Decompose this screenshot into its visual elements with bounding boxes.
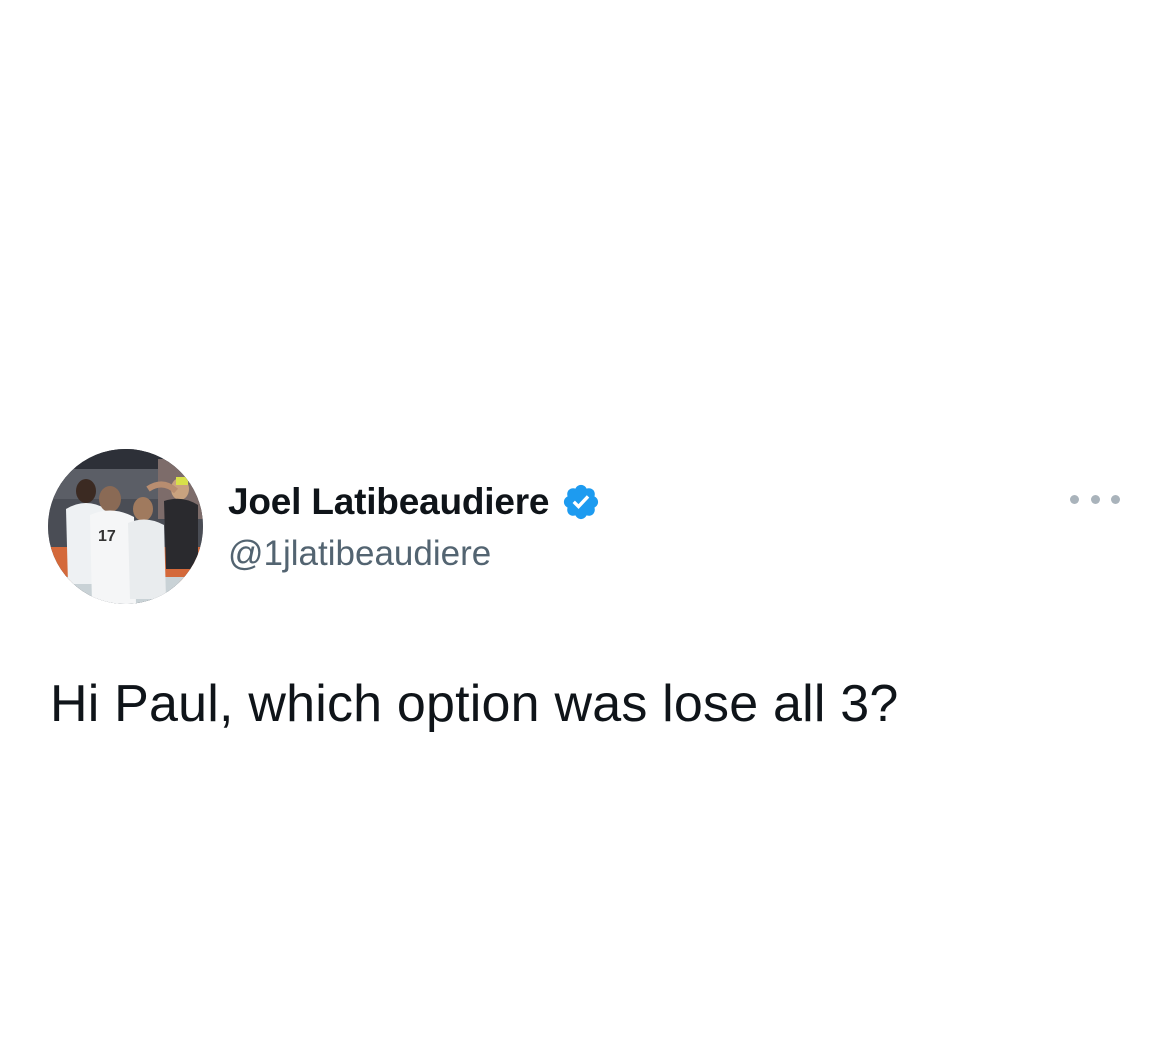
author-handle[interactable]: @1jlatibeaudiere [228, 534, 491, 574]
avatar[interactable]: 17 [48, 449, 203, 604]
more-options-icon[interactable] [1070, 486, 1120, 512]
tweet-card: 17 Joel Latibeaudiere @1jlatibeaudiere H… [0, 0, 1170, 1051]
profile-photo-icon: 17 [48, 449, 203, 604]
author-display-name[interactable]: Joel Latibeaudiere [228, 481, 549, 523]
svg-text:17: 17 [98, 528, 116, 545]
verified-badge-icon [561, 482, 601, 522]
dot-icon [1070, 494, 1079, 504]
dot-icon [1111, 494, 1120, 504]
author-name-row: Joel Latibeaudiere [228, 478, 601, 526]
dot-icon [1090, 494, 1100, 504]
tweet-text: Hi Paul, which option was lose all 3? [50, 675, 899, 733]
